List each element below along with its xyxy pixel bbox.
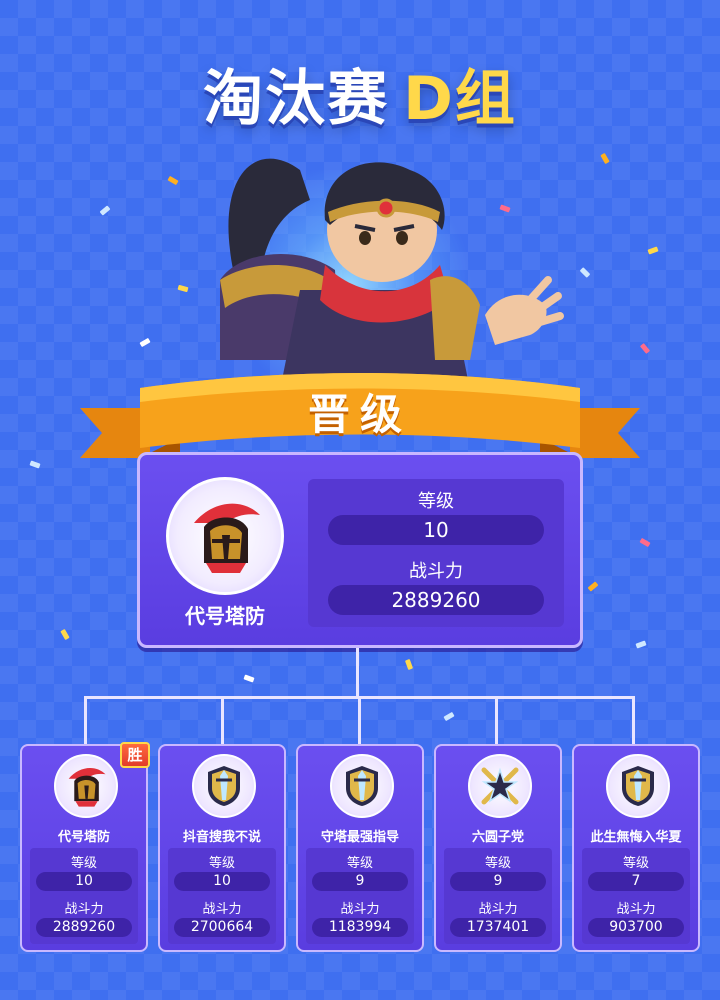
participant-avatar (330, 754, 394, 818)
sword-crest-icon (622, 766, 654, 806)
participant-avatar (192, 754, 256, 818)
level-label: 等级 (346, 856, 373, 871)
confetti (60, 628, 70, 641)
confetti (639, 343, 651, 354)
level-label: 等级 (70, 856, 97, 871)
confetti (443, 711, 455, 722)
confetti (587, 581, 599, 592)
participant-name: 守塔最强指导 (320, 830, 399, 845)
winner-power-label: 战斗力 (409, 561, 463, 582)
page-title: 淘汰赛 D组 (0, 50, 720, 137)
knockout-page: 淘汰赛 D组 晋级 代号塔防 等级 10 战斗力 2889260 胜 代号塔防 … (0, 0, 720, 1000)
spartan-helmet-icon (68, 767, 106, 807)
power-value: 2889260 (36, 918, 132, 937)
spartan-helmet-icon (194, 503, 260, 573)
participant-name: 六圆子党 (471, 830, 524, 845)
confetti (647, 246, 659, 255)
level-value: 7 (588, 872, 684, 891)
participant-card[interactable]: 此生無悔入华夏 等级 7 战斗力 903700 (572, 744, 700, 952)
confetti (243, 674, 255, 683)
confetti (99, 205, 111, 216)
bracket-line (221, 696, 224, 744)
power-value: 1737401 (450, 918, 546, 937)
participant-card[interactable]: 胜 代号塔防 等级 10 战斗力 2889260 (20, 742, 150, 952)
win-badge: 胜 (120, 742, 150, 768)
crossed-swords-star-icon (481, 767, 519, 805)
bracket-line (356, 648, 359, 698)
winner-level-value: 10 (328, 515, 544, 545)
confetti (600, 152, 610, 165)
level-label: 等级 (622, 856, 649, 871)
level-label: 等级 (484, 856, 511, 871)
participant-stats: 等级 9 战斗力 1183994 (306, 848, 414, 944)
participant-stats: 等级 7 战斗力 903700 (582, 848, 690, 944)
confetti (29, 460, 41, 469)
confetti (579, 267, 591, 278)
confetti (404, 658, 414, 671)
confetti (635, 640, 647, 649)
power-label: 战斗力 (64, 902, 104, 917)
participant-card[interactable]: 抖音搜我不说 等级 10 战斗力 2700664 (158, 744, 286, 952)
confetti (639, 537, 651, 548)
power-value: 903700 (588, 918, 684, 937)
winner-avatar (166, 477, 284, 595)
bracket-line (358, 696, 361, 744)
sword-crest-icon (208, 766, 240, 806)
participant-stats: 等级 10 战斗力 2700664 (168, 848, 276, 944)
power-label: 战斗力 (478, 902, 518, 917)
participant-stats: 等级 9 战斗力 1737401 (444, 848, 552, 944)
level-value: 9 (312, 872, 408, 891)
winner-stats-panel: 等级 10 战斗力 2889260 (308, 479, 564, 627)
power-label: 战斗力 (616, 902, 656, 917)
level-label: 等级 (208, 856, 235, 871)
sword-crest-icon (346, 766, 378, 806)
level-value: 10 (36, 872, 132, 891)
participant-name: 抖音搜我不说 (182, 830, 261, 845)
participant-avatar (54, 754, 118, 818)
winner-level-label: 等级 (418, 491, 454, 512)
level-value: 10 (174, 872, 270, 891)
bracket-line (84, 696, 87, 744)
participant-avatar (606, 754, 670, 818)
power-label: 战斗力 (340, 902, 380, 917)
winner-name: 代号塔防 (185, 604, 265, 628)
participant-name: 代号塔防 (57, 830, 110, 845)
participant-card[interactable]: 六圆子党 等级 9 战斗力 1737401 (434, 744, 562, 952)
participant-stats: 等级 10 战斗力 2889260 (30, 848, 138, 944)
participant-avatar (468, 754, 532, 818)
winner-power-value: 2889260 (328, 585, 544, 615)
hero-warrior-illustration (220, 158, 564, 390)
participant-card[interactable]: 守塔最强指导 等级 9 战斗力 1183994 (296, 744, 424, 952)
level-value: 9 (450, 872, 546, 891)
power-value: 1183994 (312, 918, 408, 937)
confetti (139, 337, 151, 348)
winner-card[interactable]: 代号塔防 等级 10 战斗力 2889260 (137, 452, 583, 648)
power-label: 战斗力 (202, 902, 242, 917)
bracket-line (632, 696, 635, 744)
title-group: D组 (403, 64, 517, 134)
bracket-line (495, 696, 498, 744)
participant-name: 此生無悔入华夏 (590, 830, 682, 845)
promotion-label: 晋级 (307, 390, 412, 439)
title-main: 淘汰赛 (203, 64, 390, 134)
power-value: 2700664 (174, 918, 270, 937)
